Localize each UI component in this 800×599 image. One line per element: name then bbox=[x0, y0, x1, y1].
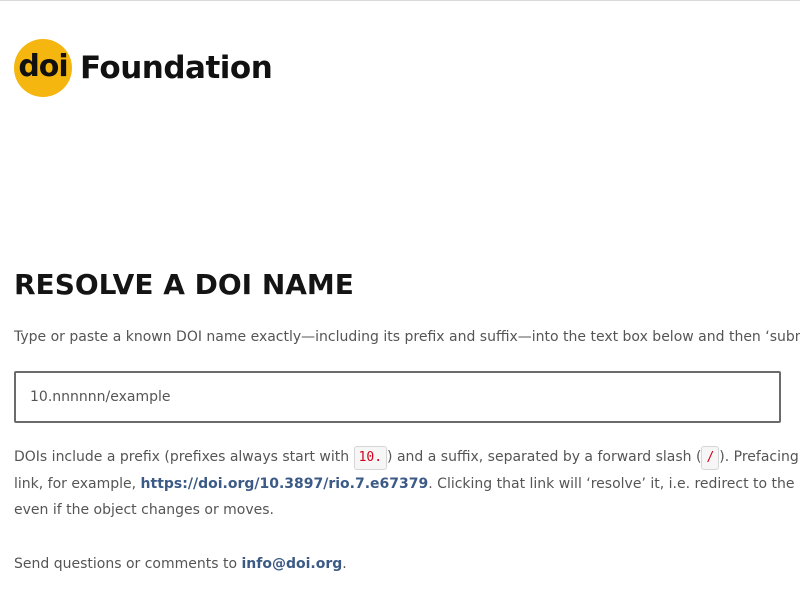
explanation-paragraph: DOIs include a prefix (prefixes always s… bbox=[14, 444, 800, 524]
doi-logo-badge: doi bbox=[14, 39, 72, 97]
doi-foundation-logo[interactable]: doi Foundation bbox=[14, 39, 273, 97]
slash-code: / bbox=[701, 446, 720, 470]
example-doi-link[interactable]: https://doi.org/10.3897/rio.7.e67379 bbox=[141, 476, 429, 492]
contact-end: . bbox=[342, 556, 347, 572]
explanation-text-1: DOIs include a prefix (prefixes always s… bbox=[14, 449, 354, 465]
contact-text: Send questions or comments to bbox=[14, 556, 242, 572]
prefix-code: 10. bbox=[353, 446, 388, 470]
explanation-text-2: ) and a suffix, separated by a forward s… bbox=[387, 449, 702, 465]
logo-badge-text: doi bbox=[18, 48, 68, 84]
explanation-text-3: ). Prefacing the bbox=[719, 449, 800, 465]
top-border bbox=[0, 0, 800, 1]
contact-email-link[interactable]: info@doi.org bbox=[241, 556, 342, 572]
doi-search-input[interactable] bbox=[14, 371, 781, 423]
logo-wordmark: Foundation bbox=[80, 50, 273, 86]
explanation-text-4: link, for example, bbox=[14, 475, 141, 492]
contact-line: Send questions or comments to info@doi.o… bbox=[14, 556, 347, 572]
explanation-text-6: even if the object changes or moves. bbox=[14, 502, 275, 518]
page-title: RESOLVE A DOI NAME bbox=[14, 268, 354, 301]
explanation-text-5: . Clicking that link will ‘resolve’ it, … bbox=[428, 475, 795, 492]
instructions-text: Type or paste a known DOI name exactly—i… bbox=[14, 329, 800, 345]
